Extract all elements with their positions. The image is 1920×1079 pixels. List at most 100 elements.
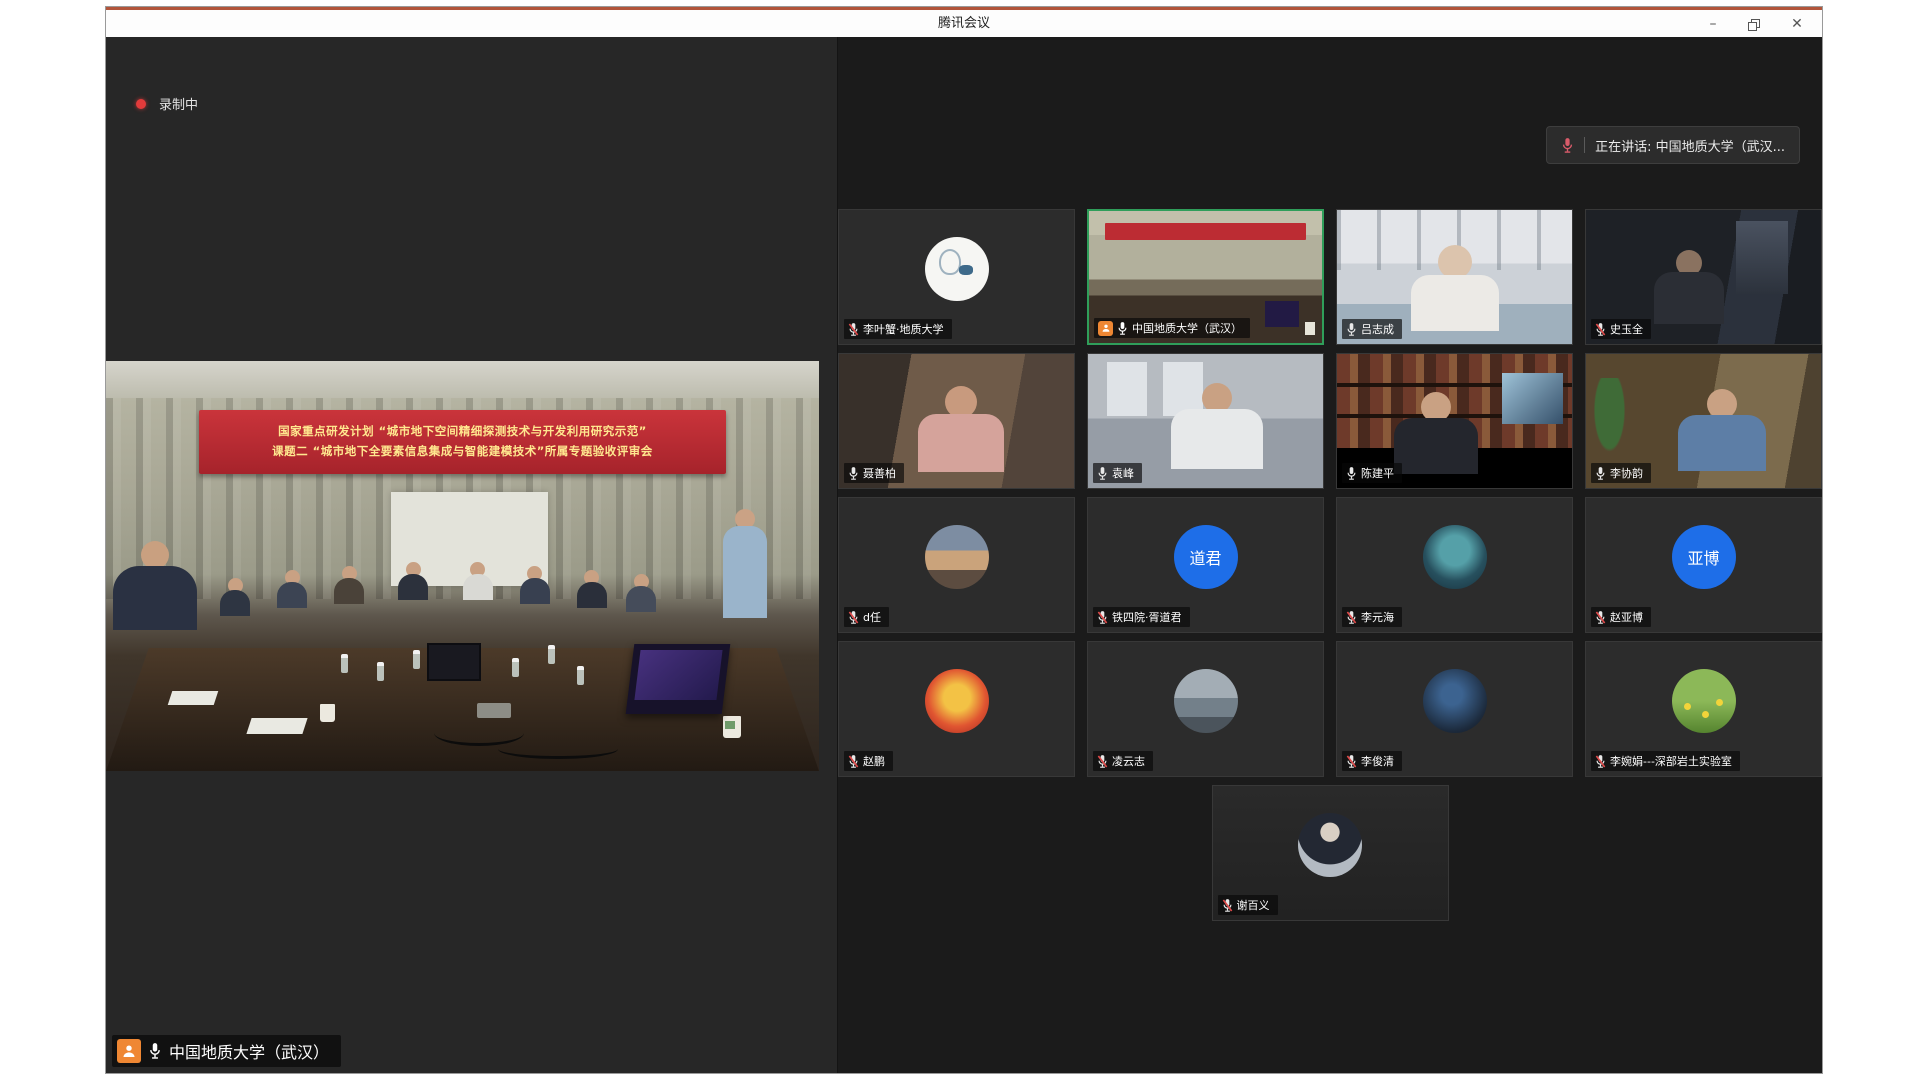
water-bottle xyxy=(341,654,348,673)
close-button[interactable]: ✕ xyxy=(1780,11,1814,36)
attendee xyxy=(220,578,250,616)
participant-tile[interactable]: 吕志成 xyxy=(1336,209,1573,345)
mic-on-icon xyxy=(1595,466,1606,481)
mic-muted-icon xyxy=(848,610,859,625)
participant-person xyxy=(1394,392,1478,474)
participant-name: 陈建平 xyxy=(1361,465,1394,481)
participant-name: 凌云志 xyxy=(1112,753,1145,769)
name-label: d任 xyxy=(844,607,889,627)
participant-name: 李俊清 xyxy=(1361,753,1394,769)
flower xyxy=(1702,711,1709,718)
participant-name: 李协韵 xyxy=(1610,465,1643,481)
mic-muted-icon xyxy=(1346,754,1357,769)
participant-tile[interactable]: 道君 铁四院·胥道君 xyxy=(1087,497,1324,633)
recording-dot-icon xyxy=(136,99,146,109)
name-label: 赵亚博 xyxy=(1591,607,1651,627)
minimize-button[interactable]: – xyxy=(1696,11,1730,36)
participant-grid: 李叶蟹·地质大学 中国地质大学（武汉） xyxy=(838,209,1822,921)
restore-icon xyxy=(1751,19,1760,28)
name-label: 聂善柏 xyxy=(844,463,904,483)
participant-person xyxy=(918,386,1004,472)
participant-name: 谢百义 xyxy=(1237,897,1270,913)
participant-person xyxy=(1654,250,1724,324)
name-label: 李元海 xyxy=(1342,607,1402,627)
window-light xyxy=(1736,221,1788,295)
banner-line-2: 课题二 “城市地下全要素信息集成与智能建模技术”所属专题验收评审会 xyxy=(199,442,727,462)
mic-on-icon xyxy=(848,466,859,481)
flower xyxy=(1716,699,1723,706)
projector-device xyxy=(477,703,511,718)
participant-name: d任 xyxy=(863,609,881,625)
recording-label: 录制中 xyxy=(159,94,198,113)
participant-name: 中国地质大学（武汉） xyxy=(1132,320,1242,336)
name-label: 史玉全 xyxy=(1591,319,1651,339)
speaking-mic-icon xyxy=(1561,137,1574,154)
grid-row-4: 赵鹏 凌云志 xyxy=(838,641,1822,777)
participant-tile[interactable]: 李元海 xyxy=(1336,497,1573,633)
water-bottle xyxy=(413,650,420,669)
avatar-doodle xyxy=(959,265,973,275)
participant-name: 赵亚博 xyxy=(1610,609,1643,625)
participant-tile[interactable]: 中国地质大学（武汉） xyxy=(1087,209,1324,345)
participant-tile[interactable]: 谢百义 xyxy=(1212,785,1449,921)
participant-person xyxy=(1411,245,1499,331)
titlebar[interactable]: 腾讯会议 – ✕ xyxy=(106,7,1822,37)
participant-tile[interactable]: d任 xyxy=(838,497,1075,633)
meeting-content: 录制中 国家重点研发计划 “城市地下空间精细探测技术与开发利用研究示范” 课题二… xyxy=(106,37,1822,1073)
water-bottle xyxy=(377,662,384,681)
participant-tile[interactable]: 李叶蟹·地质大学 xyxy=(838,209,1075,345)
mic-muted-icon xyxy=(848,754,859,769)
participant-tile[interactable]: 李婉娟---深部岩土实验室 xyxy=(1585,641,1822,777)
mic-muted-icon xyxy=(1595,610,1606,625)
name-label: 中国地质大学（武汉） xyxy=(1094,318,1250,338)
meeting-window: 腾讯会议 – ✕ 录制中 国家重点研发计 xyxy=(105,6,1823,1074)
name-label: 凌云志 xyxy=(1093,751,1153,771)
attendee xyxy=(277,570,307,608)
grid-row-5: 谢百义 xyxy=(838,785,1822,921)
participant-tile[interactable]: 李俊清 xyxy=(1336,641,1573,777)
avatar: 亚博 xyxy=(1672,525,1736,589)
attendee xyxy=(398,562,428,600)
avatar-doodle xyxy=(939,249,961,275)
main-video-pane: 录制中 国家重点研发计划 “城市地下空间精细探测技术与开发利用研究示范” 课题二… xyxy=(106,37,838,1073)
name-label: 李叶蟹·地质大学 xyxy=(844,319,952,339)
mic-muted-icon xyxy=(1222,898,1233,913)
participant-tile[interactable]: 袁峰 xyxy=(1087,353,1324,489)
participant-name: 李婉娟---深部岩土实验室 xyxy=(1610,753,1732,769)
mic-muted-icon xyxy=(1097,610,1108,625)
mic-muted-icon xyxy=(848,322,859,337)
standing-attendee xyxy=(723,509,767,618)
avatar xyxy=(1423,669,1487,733)
page: 腾讯会议 – ✕ 录制中 国家重点研发计 xyxy=(0,0,1920,1079)
avatar xyxy=(925,237,989,301)
mic-muted-icon xyxy=(1097,754,1108,769)
participant-tile[interactable]: 聂善柏 xyxy=(838,353,1075,489)
grid-row-3: d任 道君 铁四院·胥道君 xyxy=(838,497,1822,633)
host-badge-icon xyxy=(1098,321,1113,336)
mic-muted-icon xyxy=(1595,754,1606,769)
participant-tile[interactable]: 史玉全 xyxy=(1585,209,1822,345)
name-label: 铁四院·胥道君 xyxy=(1093,607,1190,627)
monitor xyxy=(427,643,481,681)
name-label: 吕志成 xyxy=(1342,319,1402,339)
avatar xyxy=(1423,525,1487,589)
window-title: 腾讯会议 xyxy=(106,10,1822,37)
mic-on-icon xyxy=(1346,322,1357,337)
host-badge-icon xyxy=(117,1039,141,1063)
participant-tile[interactable]: 李协韵 xyxy=(1585,353,1822,489)
name-label: 李俊清 xyxy=(1342,751,1402,771)
main-video-feed[interactable]: 国家重点研发计划 “城市地下空间精细探测技术与开发利用研究示范” 课题二 “城市… xyxy=(106,361,819,771)
participant-tile[interactable]: 陈建平 xyxy=(1336,353,1573,489)
restore-button[interactable] xyxy=(1738,11,1772,36)
participant-person xyxy=(1171,383,1263,469)
water-bottle xyxy=(577,666,584,685)
paper-sheet xyxy=(168,691,219,705)
recording-indicator: 录制中 xyxy=(136,94,198,113)
avatar xyxy=(925,669,989,733)
participant-tile[interactable]: 赵鹏 xyxy=(838,641,1075,777)
avatar: 道君 xyxy=(1174,525,1238,589)
participant-name: 吕志成 xyxy=(1361,321,1394,337)
window-controls: – ✕ xyxy=(1696,10,1814,37)
participant-tile[interactable]: 凌云志 xyxy=(1087,641,1324,777)
participant-tile[interactable]: 亚博 赵亚博 xyxy=(1585,497,1822,633)
